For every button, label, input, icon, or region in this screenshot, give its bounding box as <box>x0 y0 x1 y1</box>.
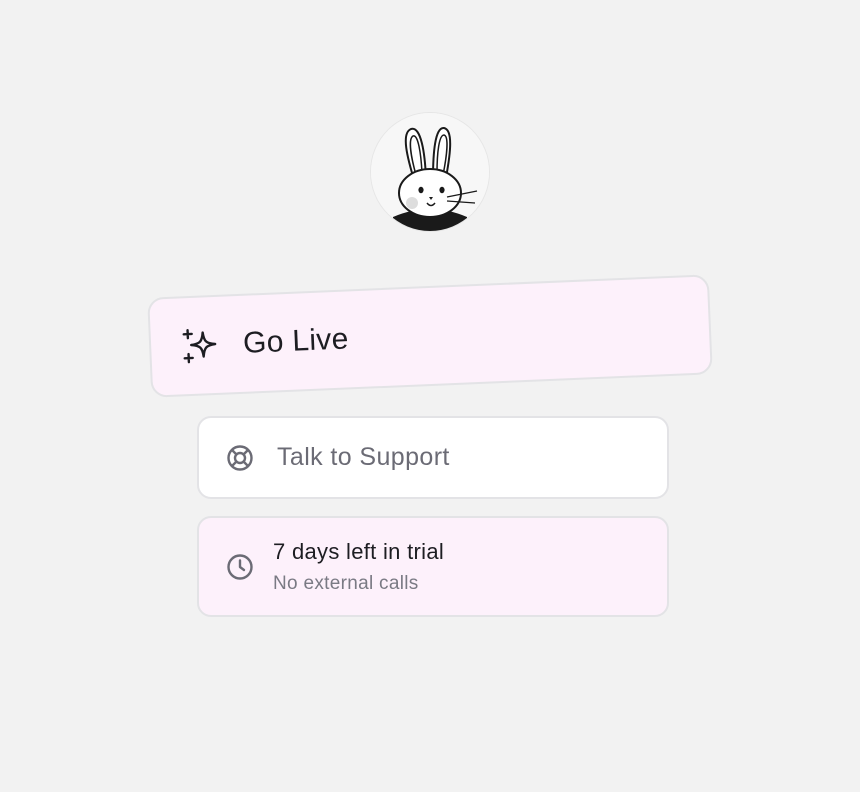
go-live-button[interactable]: Go Live <box>147 274 713 398</box>
go-live-label: Go Live <box>242 322 350 360</box>
trial-text: 7 days left in trial No external calls <box>273 539 444 595</box>
talk-to-support-label: Talk to Support <box>277 443 450 471</box>
sparkles-icon <box>180 326 220 366</box>
clock-icon <box>225 552 255 582</box>
trial-title: 7 days left in trial <box>273 538 445 564</box>
bunny-avatar-icon <box>371 113 489 231</box>
lifebuoy-icon <box>225 443 255 473</box>
trial-subtitle: No external calls <box>273 572 419 594</box>
avatar[interactable] <box>371 113 489 231</box>
trial-status-card[interactable]: 7 days left in trial No external calls <box>197 516 669 617</box>
talk-to-support-button[interactable]: Talk to Support <box>197 416 669 499</box>
